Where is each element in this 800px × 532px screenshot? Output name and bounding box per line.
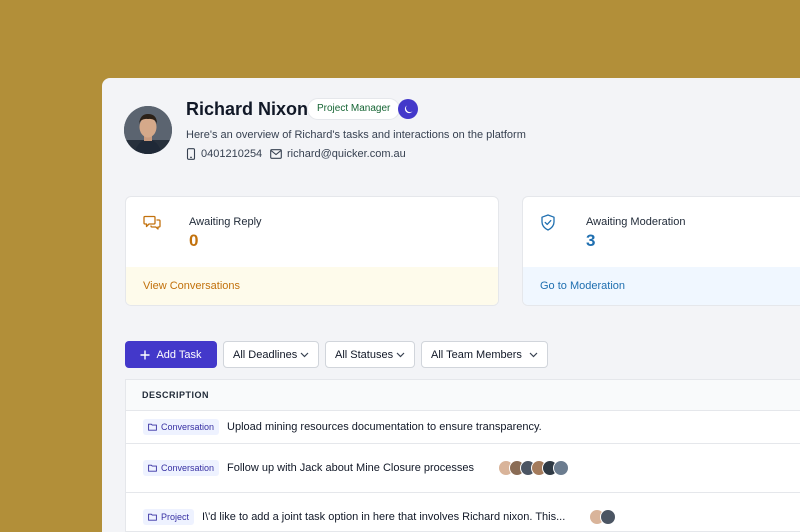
task-table: DESCRIPTION Conversation Upload mining r… [125, 379, 800, 532]
task-description: I\'d like to add a joint task option in … [202, 511, 566, 523]
chevron-down-icon [396, 352, 405, 357]
folder-icon [148, 464, 157, 472]
phone-contact: 0401210254 [186, 148, 262, 160]
assignee-avatars [498, 460, 570, 476]
status-filter-label: All Statuses [335, 348, 394, 361]
add-task-button[interactable]: Add Task [125, 341, 217, 368]
chevron-down-icon [300, 352, 309, 357]
chat-bubbles-icon [143, 214, 161, 236]
avatar [600, 509, 617, 525]
awaiting-moderation-count: 3 [586, 231, 596, 250]
type-tag-label: Project [161, 512, 190, 522]
awaiting-reply-label: Awaiting Reply [189, 216, 262, 228]
folder-icon [148, 423, 157, 431]
email-contact: richard@quicker.com.au [270, 148, 406, 160]
folder-icon [148, 513, 157, 521]
assignee-avatars [589, 509, 617, 525]
type-tag: Project [143, 509, 195, 525]
email-address: richard@quicker.com.au [287, 148, 406, 160]
theme-toggle-button[interactable] [398, 99, 418, 119]
plus-icon [140, 350, 150, 359]
type-tag-label: Conversation [161, 422, 215, 432]
avatar [124, 106, 172, 154]
task-description: Upload mining resources documentation to… [227, 421, 542, 433]
type-tag-label: Conversation [161, 463, 215, 473]
profile-name: Richard Nixon [186, 99, 309, 119]
shield-check-icon [540, 214, 556, 236]
phone-number: 0401210254 [201, 148, 263, 160]
team-member-filter[interactable]: All Team Members [421, 341, 548, 368]
table-row[interactable]: Project I\'d like to add a joint task op… [126, 493, 800, 532]
awaiting-moderation-card: Awaiting Moderation 3 Go to Moderation [522, 196, 800, 306]
mail-icon [270, 149, 282, 159]
awaiting-reply-count: 0 [189, 231, 199, 250]
avatar [553, 460, 570, 476]
go-to-moderation-link[interactable]: Go to Moderation [523, 267, 800, 305]
deadline-filter[interactable]: All Deadlines [223, 341, 319, 368]
task-description: Follow up with Jack about Mine Closure p… [227, 462, 475, 474]
role-badge: Project Manager [307, 98, 401, 120]
add-task-label: Add Task [156, 348, 202, 361]
table-row[interactable]: Conversation Follow up with Jack about M… [126, 444, 800, 493]
deadline-filter-label: All Deadlines [233, 348, 298, 361]
description-column-header: DESCRIPTION [126, 380, 800, 411]
profile-overview: Here's an overview of Richard's tasks an… [186, 129, 526, 141]
awaiting-reply-card: Awaiting Reply 0 View Conversations [125, 196, 499, 306]
chevron-down-icon [529, 352, 538, 357]
type-tag: Conversation [143, 419, 220, 435]
view-conversations-link[interactable]: View Conversations [126, 267, 498, 305]
table-row[interactable]: Conversation Upload mining resources doc… [126, 411, 800, 444]
phone-icon [186, 148, 196, 160]
awaiting-moderation-label: Awaiting Moderation [586, 216, 686, 228]
moon-icon [404, 104, 413, 113]
team-member-filter-label: All Team Members [431, 348, 522, 361]
type-tag: Conversation [143, 460, 220, 476]
status-filter[interactable]: All Statuses [325, 341, 415, 368]
profile-panel: Richard Nixon Project Manager Here's an … [102, 78, 800, 532]
